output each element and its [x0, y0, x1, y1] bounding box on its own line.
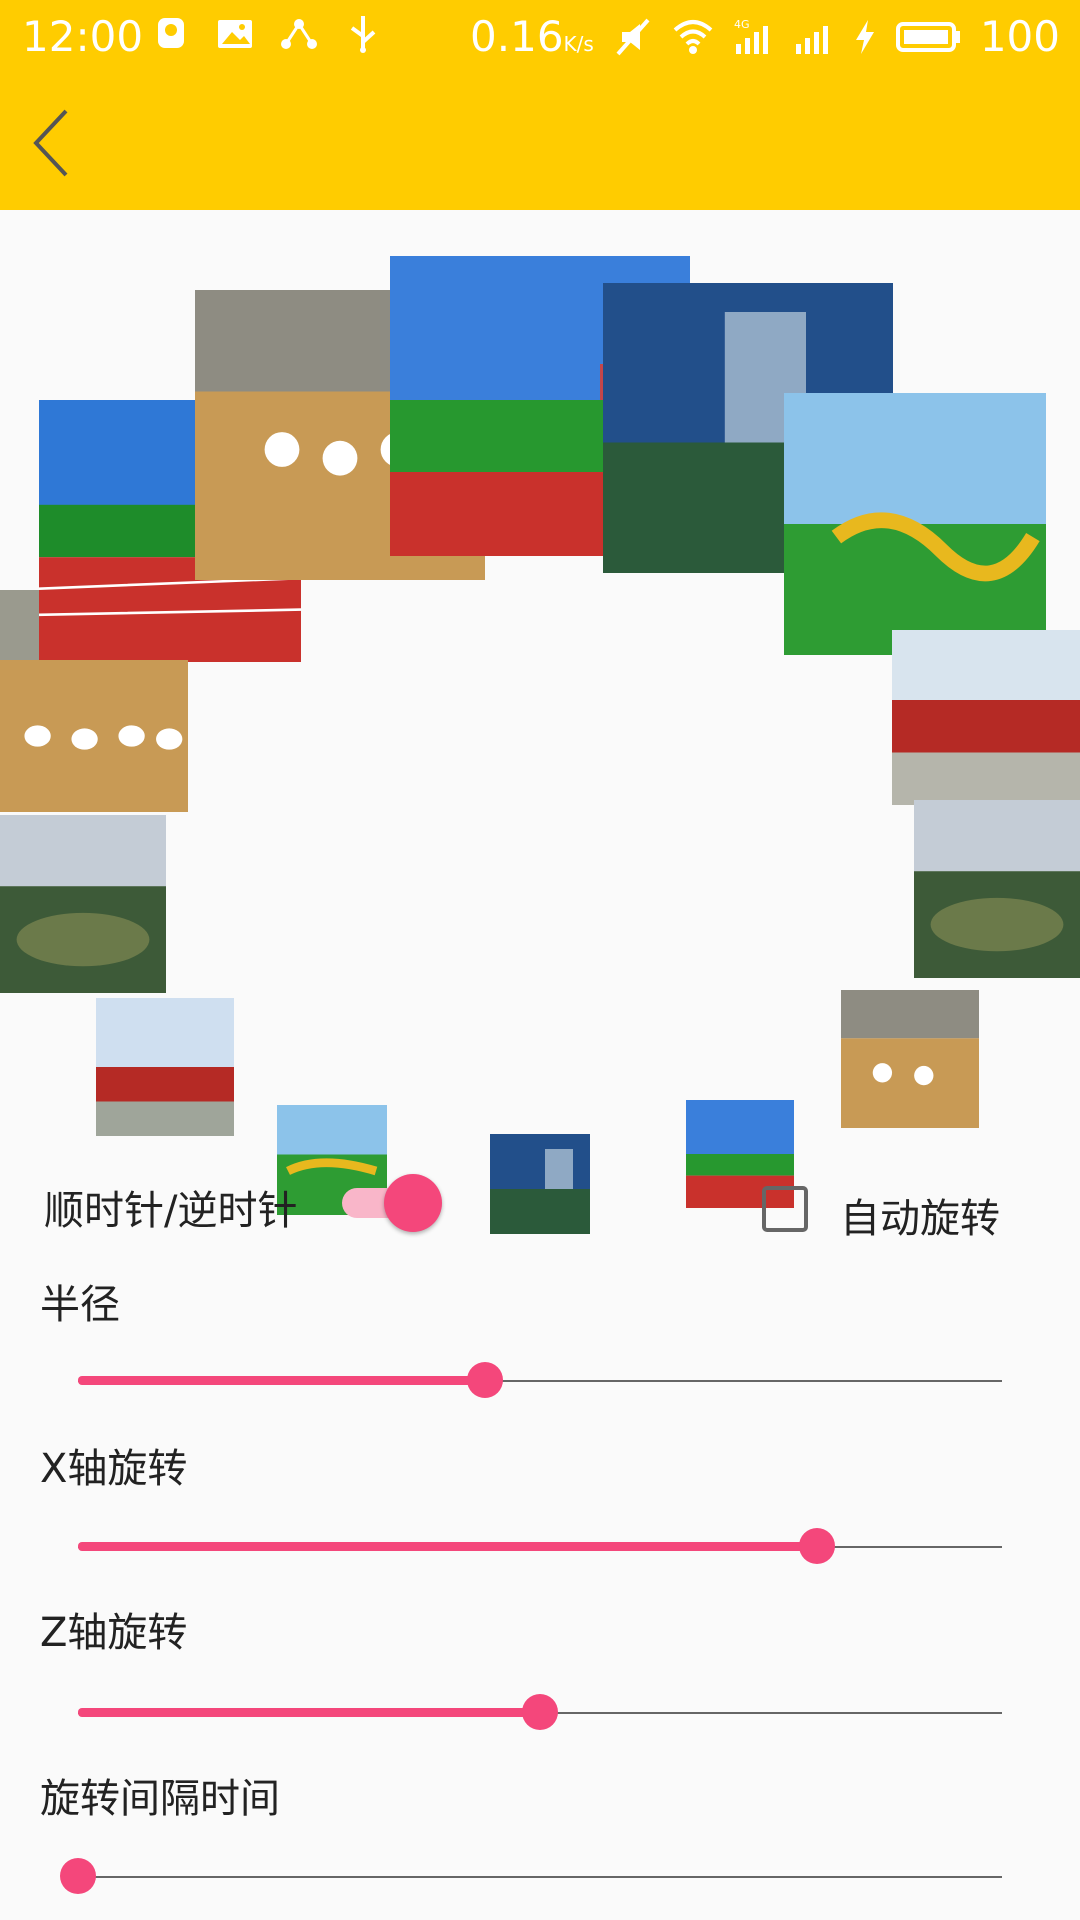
- charging-icon: [852, 16, 878, 58]
- x-rotation-label: X轴旋转: [40, 1446, 188, 1492]
- notification-icon: [150, 12, 192, 54]
- slider-fill: [78, 1708, 540, 1717]
- auto-rotate-checkbox[interactable]: [762, 1186, 808, 1232]
- auto-rotate-label: 自动旋转: [840, 1196, 1000, 1242]
- x-rotation-slider[interactable]: [78, 1522, 1002, 1572]
- z-rotation-label: Z轴旋转: [40, 1610, 188, 1656]
- direction-label: 顺时针/逆时针: [44, 1188, 298, 1234]
- app-toolbar: [0, 75, 1080, 210]
- carousel-photo: [0, 660, 188, 812]
- network-speed: 0.16K/s: [470, 12, 594, 61]
- back-button[interactable]: [24, 103, 94, 183]
- status-bar: 12:00 0.16K/s 4G 100: [0, 0, 1080, 75]
- carousel-photo: [892, 630, 1080, 805]
- interval-label: 旋转间隔时间: [40, 1776, 280, 1822]
- slider-thumb[interactable]: [466, 1362, 503, 1398]
- slider-thumb[interactable]: [60, 1858, 96, 1894]
- signal-icon: [792, 16, 834, 58]
- slider-fill: [78, 1542, 818, 1551]
- share-icon: [278, 12, 320, 54]
- slider-rail: [78, 1876, 1002, 1878]
- switch-knob: [384, 1174, 442, 1232]
- photo-carousel[interactable]: [0, 210, 1080, 1250]
- radius-slider[interactable]: [78, 1356, 1002, 1406]
- slider-fill: [78, 1376, 485, 1385]
- signal-4g-icon: 4G: [732, 16, 774, 58]
- carousel-photo: [490, 1134, 590, 1234]
- slider-thumb[interactable]: [522, 1694, 558, 1730]
- interval-slider[interactable]: [60, 1852, 1002, 1902]
- wifi-icon: [672, 16, 714, 58]
- chevron-left-icon: [33, 109, 68, 177]
- slider-thumb[interactable]: [799, 1528, 836, 1564]
- image-icon: [214, 12, 256, 54]
- battery-icon: [895, 16, 962, 58]
- carousel-photo: [96, 998, 234, 1136]
- carousel-photo: [784, 393, 1046, 655]
- radius-label: 半径: [40, 1282, 120, 1328]
- carousel-photo: [0, 815, 166, 993]
- mute-icon: [612, 16, 654, 58]
- svg-text:4G: 4G: [734, 18, 750, 31]
- z-rotation-slider[interactable]: [78, 1688, 1002, 1738]
- battery-level: 100: [979, 12, 1060, 61]
- usb-icon: [342, 12, 384, 54]
- carousel-photo: [914, 800, 1080, 978]
- carousel-photo: [841, 990, 979, 1128]
- direction-switch[interactable]: [332, 1174, 444, 1234]
- status-time: 12:00: [22, 12, 144, 61]
